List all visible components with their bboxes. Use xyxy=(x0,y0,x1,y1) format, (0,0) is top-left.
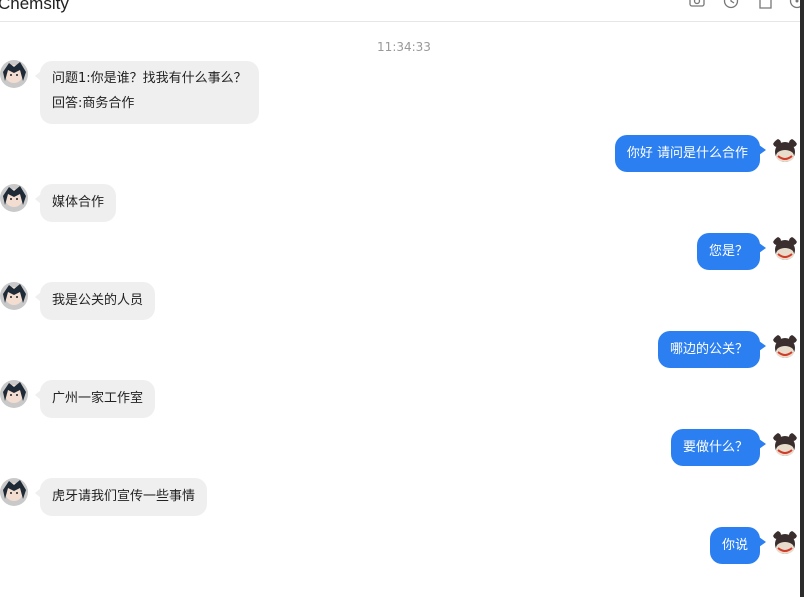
contact-avatar[interactable] xyxy=(0,184,28,212)
message-text: 您是？ xyxy=(708,244,748,259)
contact-avatar[interactable] xyxy=(0,282,28,310)
user-avatar[interactable] xyxy=(771,137,799,165)
message-text: 我是公关的人员 xyxy=(52,293,144,308)
message-bubble-outgoing[interactable]: 你说 xyxy=(709,527,767,564)
message-text: 广州一家工作室 xyxy=(52,391,144,406)
user-avatar[interactable] xyxy=(771,235,799,263)
user-avatar[interactable] xyxy=(771,529,799,557)
message-text: 你好 请问是什么合作 xyxy=(626,146,748,161)
chat-header: Chemsity xyxy=(0,0,804,22)
contact-avatar[interactable] xyxy=(0,60,28,88)
message-bubble-incoming[interactable]: 虎牙请我们宣传一些事情 xyxy=(34,478,208,516)
message-bubble-outgoing[interactable]: 您是？ xyxy=(696,233,767,270)
scrollbar[interactable] xyxy=(800,0,804,597)
message-bubble-outgoing[interactable]: 哪边的公关？ xyxy=(657,331,767,368)
message-text: 要做什么？ xyxy=(682,440,748,455)
chat-title: Chemsity xyxy=(0,0,69,13)
screenshot-icon[interactable] xyxy=(688,0,706,10)
user-avatar[interactable] xyxy=(771,431,799,459)
message-text: 你说 xyxy=(721,538,748,553)
message-bubble-outgoing[interactable]: 你好 请问是什么合作 xyxy=(614,135,767,172)
message-text: 虎牙请我们宣传一些事情 xyxy=(52,489,196,504)
message-bubble-incoming[interactable]: 问题1:你是谁？找我有什么事么？ 回答:商务合作 xyxy=(35,61,259,124)
message-timestamp: 11:34:33 xyxy=(377,40,431,54)
message-text: 问题1:你是谁？找我有什么事么？ xyxy=(52,71,247,86)
message-text: 媒体合作 xyxy=(52,195,105,210)
message-text: 回答:商务合作 xyxy=(52,96,135,111)
message-bubble-incoming[interactable]: 广州一家工作室 xyxy=(34,380,156,418)
contact-avatar[interactable] xyxy=(0,478,28,506)
file-icon[interactable] xyxy=(756,0,774,10)
message-bubble-outgoing[interactable]: 要做什么？ xyxy=(670,429,767,466)
message-text: 哪边的公关？ xyxy=(669,342,748,357)
message-bubble-incoming[interactable]: 媒体合作 xyxy=(34,184,117,222)
user-avatar[interactable] xyxy=(771,333,799,361)
contact-avatar[interactable] xyxy=(0,380,28,408)
history-icon[interactable] xyxy=(722,0,740,10)
message-bubble-incoming[interactable]: 我是公关的人员 xyxy=(34,282,156,320)
